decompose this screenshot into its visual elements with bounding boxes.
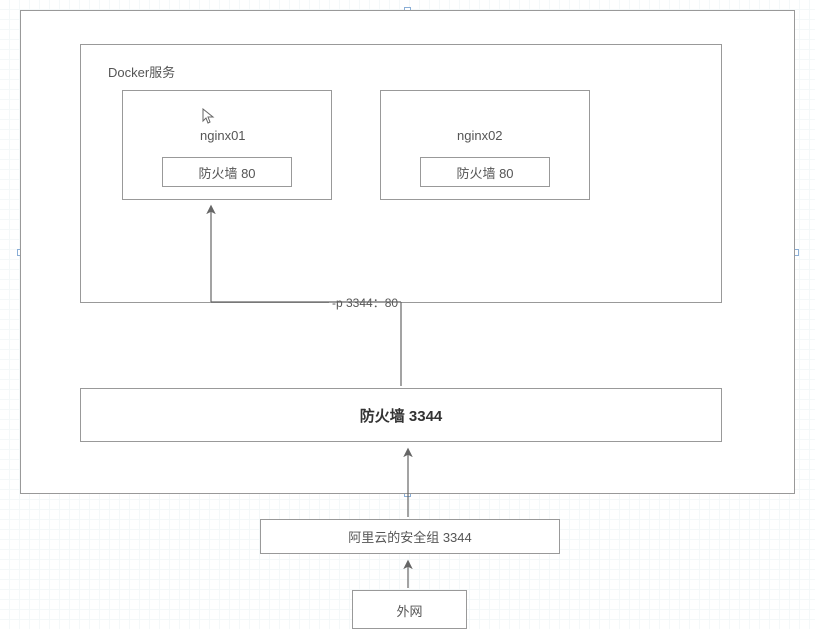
nginx02-container-box[interactable]: [380, 90, 590, 200]
host-firewall-label: 防火墙 3344: [360, 405, 443, 426]
security-group-box[interactable]: 阿里云的安全组 3344: [260, 519, 560, 554]
cursor-icon: [202, 108, 216, 126]
host-firewall-box[interactable]: 防火墙 3344: [80, 388, 722, 442]
nginx01-container-box[interactable]: [122, 90, 332, 200]
security-group-label: 阿里云的安全组 3344: [348, 527, 472, 546]
